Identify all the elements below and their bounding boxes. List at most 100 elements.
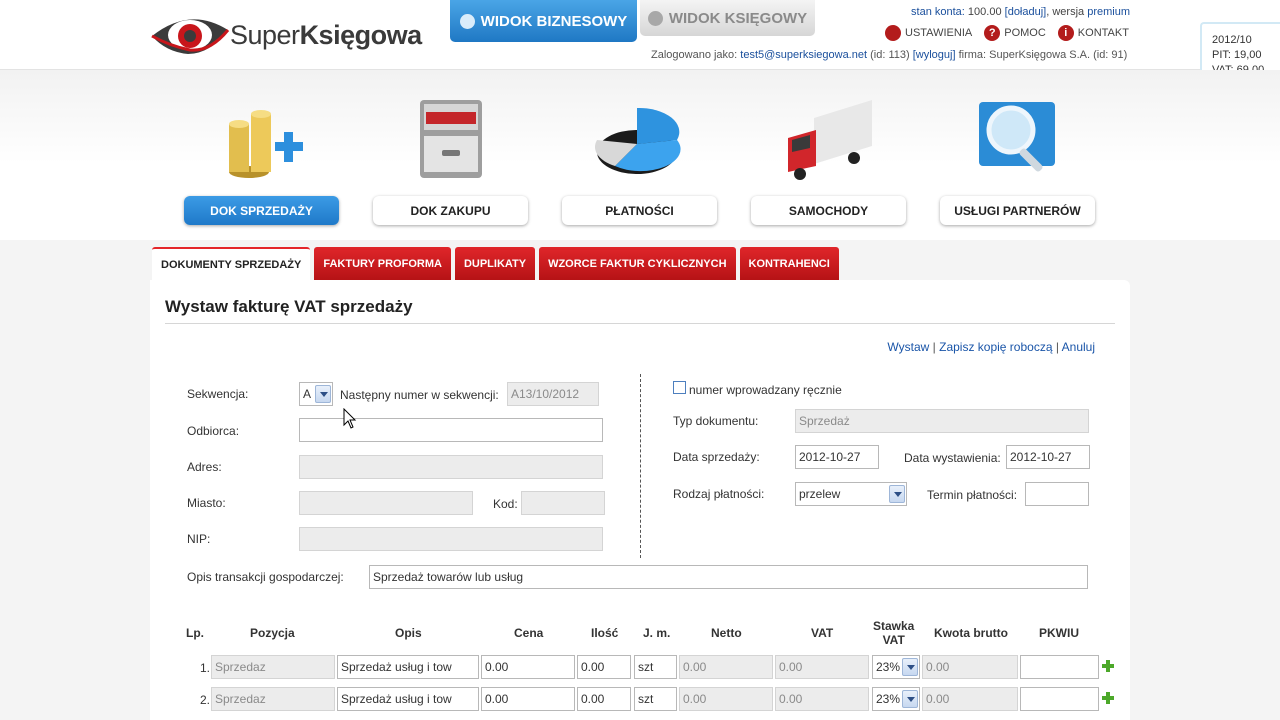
nav-payments[interactable]: PŁATNOŚCI <box>562 70 717 230</box>
city-label: Miasto: <box>187 496 226 510</box>
main-nav: DOK SPRZEDAŻY DOK ZAKUPU PŁATNOŚCI SAMOC… <box>0 70 1280 240</box>
page-title: Wystaw fakturę VAT sprzedaży <box>165 297 413 316</box>
col-lp: Lp. <box>186 626 204 640</box>
separator: | <box>1055 340 1059 354</box>
issue-link[interactable]: Wystaw <box>887 340 929 354</box>
payment-type-label: Rodzaj płatności: <box>673 487 765 501</box>
user-email-link[interactable]: test5@superksiegowa.net <box>740 49 867 61</box>
next-number-label: Następny numer w sekwencji: <box>340 388 499 402</box>
version-link[interactable]: premium <box>1087 6 1130 18</box>
payment-type-select[interactable]: przelew <box>795 482 907 506</box>
logo[interactable]: SuperKsięgowa <box>150 12 422 58</box>
business-view-button[interactable]: WIDOK BIZNESOWY <box>450 0 637 42</box>
tab-recurring-templates[interactable]: WZORCE FAKTUR CYKLICZNYCH <box>539 247 736 281</box>
sale-date-label: Data sprzedaży: <box>673 450 760 464</box>
top-links: USTAWIENIA ? POMOC i KONTAKT <box>885 25 1129 41</box>
row-price-field[interactable]: 0.00 <box>481 687 575 711</box>
col-description: Opis <box>395 626 422 640</box>
zip-label: Kod: <box>493 497 518 511</box>
payment-term-field[interactable] <box>1025 482 1089 506</box>
magnifier-icon <box>978 102 1055 172</box>
accounting-view-label: WIDOK KSIĘGOWY <box>668 9 808 27</box>
pit-value: PIT: 19,00 <box>1212 49 1262 61</box>
help-icon: ? <box>984 25 1001 41</box>
tab-contractors[interactable]: KONTRAHENCI <box>739 247 839 281</box>
row-number: 1. <box>200 661 211 675</box>
nav-purchase-docs-button[interactable]: DOK ZAKUPU <box>373 196 528 225</box>
logout-link[interactable]: [wyloguj] <box>913 49 956 61</box>
account-status: stan konta: 100.00 [doładuj], wersja pre… <box>911 6 1130 18</box>
row-vat-field: 0.00 <box>775 655 869 679</box>
col-pkwiu: PKWIU <box>1039 626 1079 640</box>
chevron-down-icon <box>902 690 918 708</box>
contact-link[interactable]: i KONTAKT <box>1057 25 1129 41</box>
row-vat-rate-select[interactable]: 23% <box>872 687 920 711</box>
row-net-field: 0.00 <box>679 655 773 679</box>
save-draft-link[interactable]: Zapisz kopię roboczą <box>939 340 1052 354</box>
payment-term-label: Termin płatności: <box>927 488 1018 502</box>
row-vat-rate-select[interactable]: 23% <box>872 655 920 679</box>
accounting-view-button[interactable]: WIDOK KSIĘGOWY <box>640 0 815 36</box>
drawer-cabinet-icon <box>419 100 482 178</box>
eye-logo-icon <box>151 19 230 54</box>
col-net: Netto <box>711 626 742 640</box>
address-field <box>299 455 603 479</box>
mouse-cursor-icon <box>343 408 357 429</box>
next-number-field: A13/10/2012 <box>507 382 599 406</box>
row-description-field[interactable]: Sprzedaż usług i tow <box>337 655 479 679</box>
nav-cars-button[interactable]: SAMOCHODY <box>751 196 906 225</box>
nip-label: NIP: <box>187 532 211 546</box>
sequence-select[interactable]: A <box>299 382 333 406</box>
col-gross: Kwota brutto <box>934 626 1008 640</box>
row-net-field: 0.00 <box>679 687 773 711</box>
view-toggle-icon <box>647 10 663 26</box>
tab-proforma-invoices[interactable]: FAKTURY PROFORMA <box>314 247 451 281</box>
tab-sales-documents[interactable]: DOKUMENTY SPRZEDAŻY <box>152 247 311 281</box>
help-link[interactable]: ? POMOC <box>984 25 1046 41</box>
issue-date-field[interactable]: 2012-10-27 <box>1006 445 1090 469</box>
row-pkwiu-field[interactable] <box>1020 655 1099 679</box>
zip-field <box>521 491 605 515</box>
view-toggle-icon <box>459 13 475 29</box>
row-unit-field[interactable]: szt <box>634 655 677 679</box>
row-position-field: Sprzedaz <box>211 687 335 711</box>
nav-partner-services[interactable]: USŁUGI PARTNERÓW <box>940 70 1095 230</box>
row-gross-field: 0.00 <box>922 655 1018 679</box>
chevron-down-icon <box>889 485 905 503</box>
title-divider <box>165 323 1115 324</box>
topup-link[interactable]: [doładuj] <box>1005 6 1047 18</box>
settings-link[interactable]: USTAWIENIA <box>885 25 972 41</box>
nav-sales-docs[interactable]: DOK SPRZEDAŻY <box>184 70 339 230</box>
nav-payments-button[interactable]: PŁATNOŚCI <box>562 196 717 225</box>
nav-sales-docs-button[interactable]: DOK SPRZEDAŻY <box>184 196 339 225</box>
city-field <box>299 491 473 515</box>
row-description-field[interactable]: Sprzedaż usług i tow <box>337 687 479 711</box>
row-vat-field: 0.00 <box>775 687 869 711</box>
cancel-link[interactable]: Anuluj <box>1062 340 1095 354</box>
doc-type-label: Typ dokumentu: <box>673 414 759 428</box>
pie-chart-icon <box>594 107 681 174</box>
transaction-desc-field[interactable]: Sprzedaż towarów lub usług <box>369 565 1088 589</box>
form-actions: Wystaw | Zapisz kopię roboczą | Anuluj <box>887 340 1095 354</box>
nav-partner-services-button[interactable]: USŁUGI PARTNERÓW <box>940 196 1095 225</box>
nav-cars[interactable]: SAMOCHODY <box>751 70 906 230</box>
issue-date-label: Data wystawienia: <box>904 451 1001 465</box>
row-pkwiu-field[interactable] <box>1020 687 1099 711</box>
info-icon: i <box>1057 25 1074 41</box>
row-unit-field[interactable]: szt <box>634 687 677 711</box>
add-row-plus-icon[interactable] <box>1102 660 1114 672</box>
chevron-down-icon <box>902 658 918 676</box>
sale-date-field[interactable]: 2012-10-27 <box>795 445 879 469</box>
logo-text: SuperKsięgowa <box>230 19 422 50</box>
period-label: 2012/10 <box>1212 34 1252 46</box>
separator: | <box>932 340 936 354</box>
row-quantity-field[interactable]: 0.00 <box>577 687 631 711</box>
manual-number-checkbox[interactable] <box>673 381 686 394</box>
transaction-desc-label: Opis transakcji gospodarczej: <box>187 570 344 584</box>
row-quantity-field[interactable]: 0.00 <box>577 655 631 679</box>
add-row-plus-icon[interactable] <box>1102 692 1114 704</box>
recipient-label: Odbiorca: <box>187 424 240 438</box>
row-price-field[interactable]: 0.00 <box>481 655 575 679</box>
nav-purchase-docs[interactable]: DOK ZAKUPU <box>373 70 528 230</box>
tab-duplicates[interactable]: DUPLIKATY <box>454 247 536 281</box>
